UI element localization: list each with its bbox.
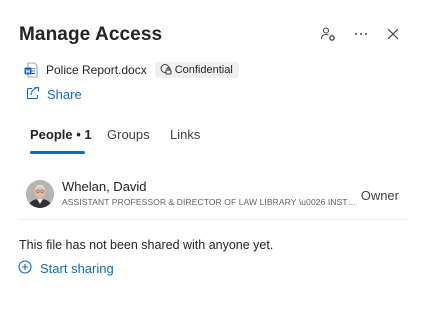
add-circle-icon [18,259,40,277]
person-job-title: ASSISTANT PROFESSOR & DIRECTOR OF LAW LI… [62,197,357,207]
tab-links[interactable]: Links [170,127,200,142]
sensitivity-label-text: Confidential [174,64,233,76]
active-tab-indicator [30,151,85,154]
file-info-row: Police Report.docx Confidential [24,61,239,79]
tab-groups[interactable]: Groups [107,127,150,142]
people-settings-button[interactable] [318,24,338,44]
start-sharing-label: Start sharing [40,260,114,276]
tab-people[interactable]: People • 1 [30,127,92,142]
sensitivity-label-badge[interactable]: Confidential [154,62,239,78]
close-icon [386,27,400,41]
people-settings-icon [320,26,336,42]
sensitivity-lock-icon [160,63,175,78]
share-label: Share [47,86,82,102]
permission-role[interactable]: Owner [361,188,399,203]
word-document-icon [24,62,38,78]
manage-access-panel: Manage Access Police Report.docx Confide… [0,0,428,317]
share-icon [26,86,47,103]
empty-state-message: This file has not been shared with anyon… [19,238,274,252]
close-button[interactable] [383,24,403,44]
more-options-button[interactable] [351,24,371,44]
share-button[interactable]: Share [26,85,82,103]
start-sharing-button[interactable]: Start sharing [18,259,114,277]
person-row[interactable]: Whelan, David ASSISTANT PROFESSOR & DIRE… [19,174,407,218]
file-name: Police Report.docx [46,63,147,77]
more-options-icon [353,26,369,42]
divider [19,219,407,220]
avatar [26,180,54,208]
person-name: Whelan, David [62,179,147,194]
panel-title: Manage Access [19,24,163,45]
